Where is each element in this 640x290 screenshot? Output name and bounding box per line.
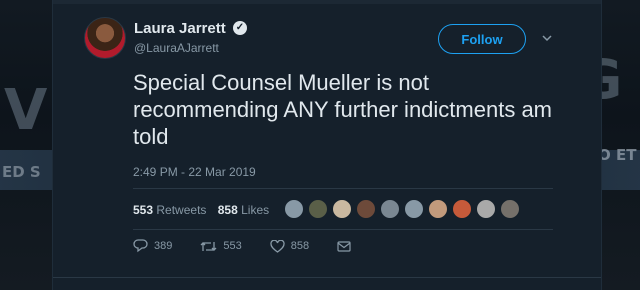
background-letter: V <box>4 78 48 143</box>
retweet-action[interactable]: 553 <box>200 240 242 253</box>
retweet-count: 553 <box>223 240 242 252</box>
tweet-text: Special Counsel Mueller is not recommend… <box>133 70 552 149</box>
background-text: ED S <box>2 163 41 181</box>
avatar[interactable] <box>84 17 126 59</box>
likes-label: Likes <box>241 203 270 217</box>
liker-avatar[interactable] <box>356 199 376 219</box>
like-count: 858 <box>290 240 310 252</box>
liker-avatars <box>284 199 520 219</box>
dm-action[interactable] <box>337 240 351 252</box>
engagement-stats: 553 Retweets 858 Likes <box>133 203 269 217</box>
liker-avatar[interactable] <box>476 199 496 219</box>
background-text: O ET <box>598 146 637 164</box>
liker-avatar[interactable] <box>308 199 328 219</box>
liker-avatar[interactable] <box>380 199 400 219</box>
liker-avatar[interactable] <box>284 199 304 219</box>
like-action[interactable]: 858 <box>270 239 310 253</box>
chevron-down-icon[interactable] <box>542 33 552 45</box>
author-handle[interactable]: @LauraAJarrett <box>134 41 219 55</box>
envelope-icon <box>337 240 351 252</box>
likes-stat[interactable]: 858 Likes <box>218 203 269 217</box>
liker-avatar[interactable] <box>404 199 424 219</box>
retweets-label: Retweets <box>156 203 207 217</box>
retweet-icon <box>200 240 217 253</box>
liker-avatar[interactable] <box>500 199 520 219</box>
heart-icon <box>270 239 285 253</box>
verified-badge-icon: ✓ <box>233 21 247 35</box>
reply-action[interactable]: 389 <box>133 239 172 253</box>
author-name[interactable]: Laura Jarrett <box>134 20 226 37</box>
tweet-timestamp[interactable]: 2:49 PM - 22 Mar 2019 <box>133 165 256 179</box>
retweets-count: 553 <box>133 203 154 217</box>
liker-avatar[interactable] <box>428 199 448 219</box>
divider <box>53 277 601 278</box>
tweet-card: Laura Jarrett ✓ @LauraAJarrett Follow Sp… <box>52 0 602 290</box>
likes-count: 858 <box>217 203 238 217</box>
reply-icon <box>133 239 148 253</box>
divider <box>133 188 553 189</box>
tweet-actions: 389 553 858 <box>133 239 379 253</box>
retweets-stat[interactable]: 553 Retweets <box>133 203 206 217</box>
liker-avatar[interactable] <box>452 199 472 219</box>
divider <box>133 229 553 230</box>
reply-count: 389 <box>154 240 173 252</box>
follow-button[interactable]: Follow <box>438 24 526 54</box>
liker-avatar[interactable] <box>332 199 352 219</box>
card-top-edge <box>53 0 601 4</box>
